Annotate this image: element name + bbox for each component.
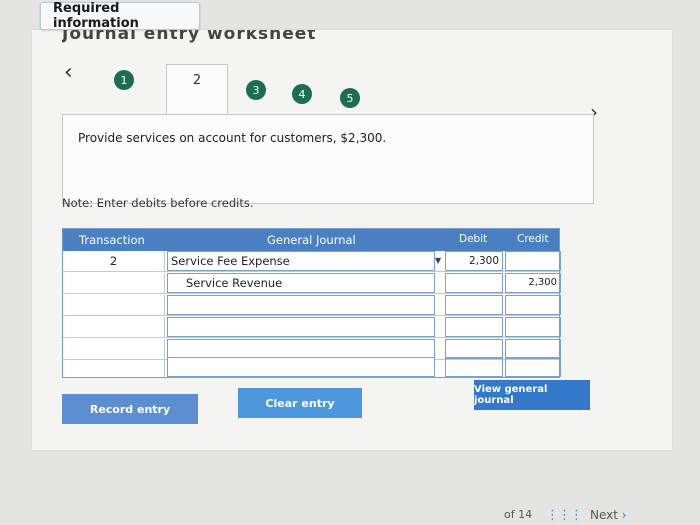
view-general-journal-button[interactable]: View general journal (474, 380, 590, 410)
account-value: Service Fee Expense (171, 254, 290, 268)
step-2-label: 2 (192, 73, 202, 88)
debit-input[interactable]: 2,300 (445, 251, 503, 271)
table-row (63, 295, 561, 316)
transaction-cell: 2 (63, 251, 165, 271)
account-select[interactable] (167, 317, 435, 337)
debit-input[interactable] (445, 273, 503, 293)
account-select[interactable] (167, 339, 435, 359)
debits-note: Note: Enter debits before credits. (62, 196, 254, 210)
account-select[interactable] (167, 357, 435, 377)
debit-input[interactable] (445, 339, 503, 359)
debit-input[interactable] (445, 317, 503, 337)
grid-icon[interactable]: ⋮⋮⋮ (546, 508, 583, 523)
table-row (63, 317, 561, 338)
account-select[interactable]: Service Fee Expense (167, 251, 435, 271)
credit-input[interactable] (505, 251, 561, 271)
credit-input[interactable] (505, 295, 561, 315)
table-row (63, 357, 561, 377)
account-select[interactable] (167, 295, 435, 315)
worksheet-title: Journal entry worksheet (62, 30, 317, 44)
required-information-label: Required information (53, 1, 139, 31)
step-2-tab[interactable]: 2 (166, 64, 228, 116)
transaction-description: Provide services on account for customer… (78, 131, 387, 145)
table-header: Transaction General Journal Debit Credit (63, 229, 559, 251)
next-link[interactable]: Next › (590, 508, 627, 522)
chevron-right-icon: › (621, 508, 627, 522)
transaction-cell (63, 317, 165, 337)
transaction-description-box: Provide services on account for customer… (62, 114, 594, 204)
transaction-cell (63, 357, 165, 377)
step-1-button[interactable]: 1 (114, 70, 134, 90)
table-row: 2 Service Fee Expense ▼ 2,300 (63, 251, 561, 272)
transaction-cell (63, 273, 165, 293)
general-journal-table: Transaction General Journal Debit Credit… (62, 228, 561, 378)
header-credit: Credit (517, 233, 549, 245)
record-entry-button[interactable]: Record entry (62, 394, 198, 424)
transaction-cell (63, 339, 165, 359)
credit-input[interactable] (505, 339, 561, 359)
chevron-left-icon[interactable]: ‹ (64, 60, 73, 85)
step-3-button[interactable]: 3 (246, 80, 266, 100)
account-select[interactable]: Service Revenue (167, 273, 435, 293)
credit-input[interactable] (505, 357, 561, 377)
header-debit: Debit (459, 233, 488, 245)
caret-down-icon[interactable]: ▼ (435, 251, 445, 271)
required-information-tab[interactable]: Required information (40, 1, 200, 31)
step-5-button[interactable]: 5 (340, 88, 360, 108)
clear-entry-button[interactable]: Clear entry (238, 388, 362, 418)
next-label: Next (590, 508, 618, 522)
header-general-journal: General Journal (267, 233, 356, 247)
account-value: Service Revenue (186, 276, 283, 290)
page-count: of 14 (504, 508, 533, 521)
step-4-button[interactable]: 4 (292, 84, 312, 104)
header-transaction: Transaction (79, 233, 145, 247)
transaction-cell (63, 295, 165, 315)
debit-input[interactable] (445, 295, 503, 315)
table-row: Service Revenue 2,300 (63, 273, 561, 294)
credit-input[interactable]: 2,300 (505, 273, 561, 293)
debit-input[interactable] (445, 357, 503, 377)
credit-input[interactable] (505, 317, 561, 337)
